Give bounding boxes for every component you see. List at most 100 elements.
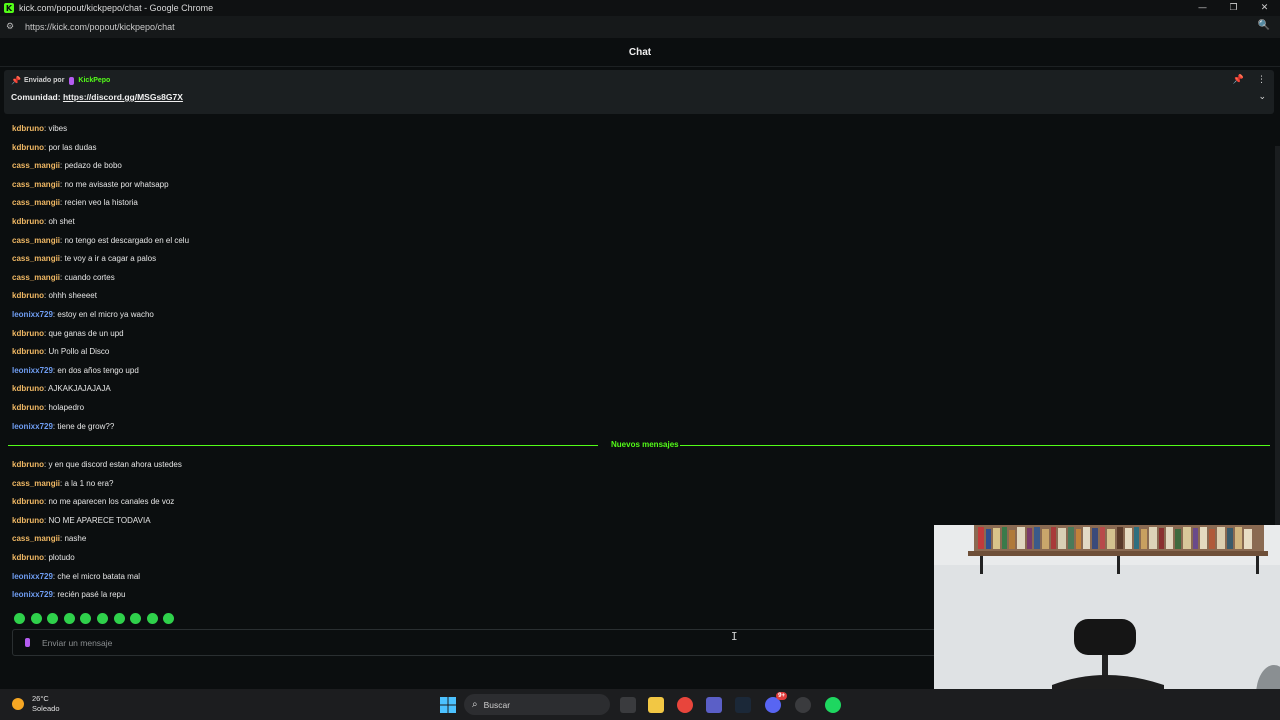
chat-username[interactable]: cass_mangii [12,180,60,189]
spotify-icon[interactable] [825,697,841,713]
chat-message: kdbruno: no me aparecen los canales de v… [12,496,174,508]
discord-icon[interactable]: 9+ [765,692,787,713]
chat-message-text: : no tengo est descargado en el celu [60,235,190,245]
windows-start-icon[interactable] [440,697,456,713]
chat-username[interactable]: cass_mangii [12,236,60,245]
emote-icon[interactable] [14,613,25,624]
chat-message-text: : recién pasé la repu [52,590,126,600]
chat-message-text: : tiene de grow?? [52,421,115,431]
user-badge-icon [69,76,75,85]
address-bar[interactable]: ⚙ https://kick.com/popout/kickpepo/chat … [0,16,1280,38]
restore-icon[interactable]: ❐ [1218,0,1249,16]
chat-message: leonixx729: tiene de grow?? [12,421,114,433]
chat-message: leonixx729: recién pasé la repu [12,589,125,601]
chat-username[interactable]: kdbruno [12,291,44,300]
emote-icon[interactable] [113,613,125,624]
chat-username[interactable]: cass_mangii [12,198,60,207]
chat-username[interactable]: leonixx729 [12,590,53,599]
emote-bar [14,613,180,624]
task-view-icon[interactable] [620,697,636,713]
pinned-text: Comunidad: https://discord.gg/MSGs8G7X [11,92,183,102]
chat-message: cass_mangii: cuando cortes [12,272,115,284]
chat-message: cass_mangii: no me avisaste por whatsapp [12,179,169,191]
divider-line [8,445,598,446]
chat-username[interactable]: cass_mangii [12,254,60,263]
more-options-icon[interactable]: ⋮ [1257,75,1266,85]
chat-username[interactable]: kdbruno [12,497,44,506]
zoom-icon[interactable]: 🔍 [1258,20,1270,31]
chat-username[interactable]: kdbruno [12,460,44,469]
chat-username[interactable]: cass_mangii [12,273,60,282]
unpin-icon[interactable]: 📌 [1233,75,1244,85]
emote-icon[interactable] [146,613,158,624]
github-icon[interactable] [795,697,811,713]
kick-favicon-icon: K [4,3,14,13]
chat-message: kdbruno: AJKAKJAJAJAJA [12,383,111,395]
weather-widget[interactable]: 26°C Soleado [12,694,60,714]
url-text[interactable]: https://kick.com/popout/kickpepo/chat [25,22,175,32]
chat-input[interactable]: Enviar un mensaje [12,629,937,656]
emote-icon[interactable] [63,613,75,624]
chat-username[interactable]: leonixx729 [12,422,53,431]
chat-username[interactable]: kdbruno [12,329,44,338]
chat-message: kdbruno: NO ME APARECE TODAVIA [12,515,151,527]
chat-message: kdbruno: ohhh sheeeet [12,290,97,302]
emote-icon[interactable] [163,613,175,624]
pinned-author[interactable]: KickPepo [78,77,110,84]
weather-condition: Soleado [32,704,60,713]
close-icon[interactable]: ✕ [1249,0,1280,16]
minimize-icon[interactable]: — [1187,0,1218,16]
chat-message-text: : por las dudas [44,142,97,152]
chat-title: Chat [628,46,652,58]
chat-username[interactable]: cass_mangii [12,534,60,543]
chat-username[interactable]: kdbruno [12,124,44,133]
emote-icon[interactable] [47,613,59,624]
chat-message: leonixx729: che el micro batata mal [12,571,140,583]
emote-icon[interactable] [96,613,108,624]
chat-username[interactable]: kdbruno [12,143,44,152]
chat-message: cass_mangii: te voy a ir a cagar a palos [12,253,156,265]
chat-message-text: : oh shet [44,217,75,226]
chat-username[interactable]: kdbruno [12,516,44,525]
chat-message-text: : cuando cortes [60,272,115,282]
sun-icon [12,698,24,710]
pinned-meta: 📌 Enviado por KickPepo [11,76,110,85]
chat-username[interactable]: cass_mangii [12,479,60,488]
emote-icon[interactable] [30,613,42,624]
chat-message: cass_mangii: pedazo de bobo [12,160,122,172]
emote-icon[interactable] [80,613,92,624]
chrome-icon[interactable] [677,697,693,713]
chat-message-text: : NO ME APARECE TODAVIA [44,515,151,525]
emote-icon[interactable] [130,613,142,624]
chat-message-text: : a la 1 no era? [60,478,114,488]
chat-username[interactable]: leonixx729 [12,366,53,375]
chat-username[interactable]: kdbruno [12,217,44,226]
chat-username[interactable]: leonixx729 [12,310,53,319]
teams-icon[interactable] [706,697,722,713]
steam-icon[interactable] [735,697,751,713]
file-explorer-icon[interactable] [648,697,664,713]
chat-username[interactable]: leonixx729 [12,572,53,581]
pin-icon: 📌 [11,76,21,85]
chat-message: kdbruno: por las dudas [12,142,96,154]
chat-message: kdbruno: vibes [12,123,67,135]
site-settings-icon[interactable]: ⚙ [6,22,18,32]
chat-message-text: : che el micro batata mal [52,571,141,581]
chat-username[interactable]: kdbruno [12,347,44,356]
chat-message-text: : Un Pollo al Disco [44,347,110,357]
pinned-link[interactable]: https://discord.gg/MSGs8G7X [63,92,183,102]
chat-username[interactable]: kdbruno [12,403,44,412]
taskbar-search[interactable]: ⌕ Buscar [464,694,610,715]
chat-message-text: : plotudo [44,553,75,562]
chat-message-text: : estoy en el micro ya wacho [52,310,154,319]
chat-message: kdbruno: plotudo [12,552,75,564]
chat-username[interactable]: kdbruno [12,384,44,393]
chat-message: kdbruno: oh shet [12,216,75,228]
weather-temperature: 26°C [32,694,49,703]
chevron-down-icon[interactable]: ⌄ [1258,92,1266,102]
chat-username[interactable]: kdbruno [12,553,44,562]
chat-username[interactable]: cass_mangii [12,161,60,170]
title-bar: K kick.com/popout/kickpepo/chat - Google… [0,0,1280,16]
chat-input-placeholder[interactable]: Enviar un mensaje [42,638,112,648]
window-controls: — ❐ ✕ [1187,0,1280,16]
